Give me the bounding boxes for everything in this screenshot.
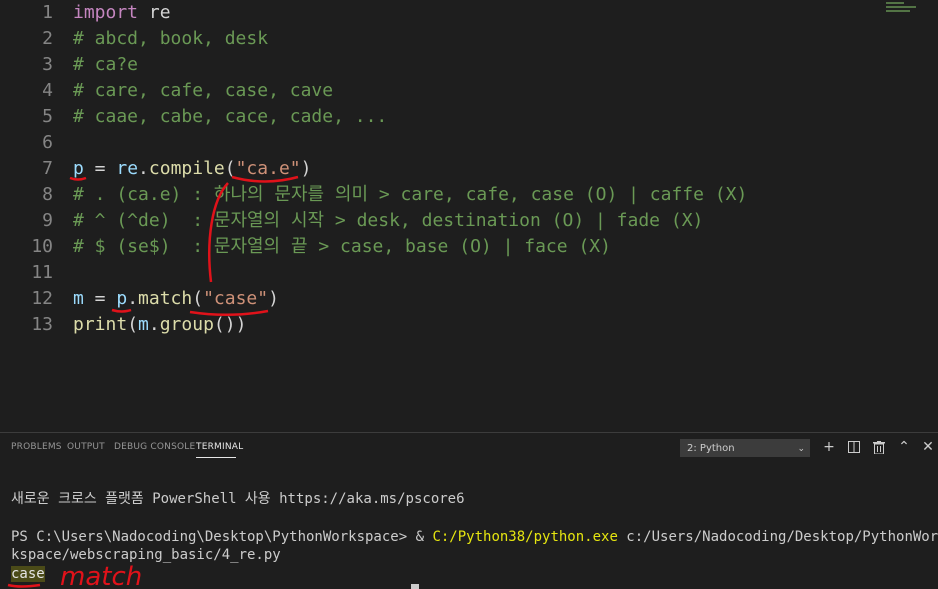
code-token: . — [148, 314, 160, 335]
terminal-prompt: PS C:\Users\Nadocoding\Desktop\PythonWor… — [11, 529, 433, 545]
code-text: # abcd, book, desk — [73, 26, 268, 52]
code-token: import — [73, 2, 139, 23]
code-text: # ^ (^de) : 문자열의 시작 > desk, destination … — [73, 208, 703, 234]
code-text: # $ (se$) : 문자열의 끝 > case, base (O) | fa… — [73, 234, 611, 260]
line-number: 8 — [42, 184, 53, 205]
terminal-command-line-1: PS C:\Users\Nadocoding\Desktop\PythonWor… — [11, 528, 938, 547]
code-token: ) — [268, 288, 279, 309]
close-icon[interactable]: ✕ — [920, 439, 936, 455]
code-token: ( — [127, 314, 139, 335]
tab-problems[interactable]: PROBLEMS — [11, 442, 62, 452]
code-token: # caae, cabe, cace, cade, ... — [73, 106, 388, 127]
code-text: p = re.compile("ca.e") — [73, 156, 311, 182]
tab-debug-console[interactable]: DEBUG CONSOLE — [114, 442, 195, 452]
terminal-command-line-2: kspace/webscraping_basic/4_re.py — [11, 547, 281, 563]
code-token: ( — [192, 288, 204, 309]
code-text: # care, cafe, case, cave — [73, 78, 333, 104]
code-token: # ca?e — [73, 54, 139, 75]
code-token: compile — [148, 158, 225, 179]
code-token: () — [213, 314, 236, 335]
line-number: 4 — [42, 80, 53, 101]
code-token: ) — [235, 314, 247, 335]
code-token: # ^ (^de) : 문자열의 시작 > desk, destination … — [73, 210, 704, 231]
code-token: ) — [300, 158, 312, 179]
active-tab-indicator — [196, 457, 236, 458]
line-number: 5 — [42, 106, 53, 127]
code-token: = — [83, 288, 117, 309]
terminal-output: case — [11, 566, 45, 582]
code-token: # . (ca.e) : 하나의 문자를 의미 > care, cafe, ca… — [73, 184, 748, 205]
code-line[interactable]: 10 # $ (se$) : 문자열의 끝 > case, base (O) | … — [0, 234, 880, 260]
code-text: print(m.group()) — [73, 312, 246, 338]
code-token: # care, cafe, case, cave — [73, 80, 334, 101]
split-icon[interactable] — [846, 439, 862, 455]
code-text: # ca?e — [73, 52, 138, 78]
code-line[interactable]: 5 # caae, cabe, cace, cade, ... — [0, 104, 880, 130]
line-number: 9 — [42, 210, 53, 231]
line-number: 11 — [31, 262, 53, 283]
terminal-output-line: case — [11, 565, 931, 584]
code-line[interactable]: 11 — [0, 260, 880, 286]
terminal-select-value: 2: Python — [687, 443, 735, 454]
line-number: 10 — [31, 236, 53, 257]
line-number: 6 — [42, 132, 53, 153]
code-token: m — [73, 288, 84, 309]
minimap[interactable] — [884, 0, 924, 16]
code-line[interactable]: 1 import re — [0, 0, 880, 26]
line-number: 13 — [31, 314, 53, 335]
code-token: p — [73, 158, 84, 179]
code-line[interactable]: 4 # care, cafe, case, cave — [0, 78, 880, 104]
tab-output[interactable]: OUTPUT — [67, 442, 105, 452]
code-text: # . (ca.e) : 하나의 문자를 의미 > care, cafe, ca… — [73, 182, 747, 208]
tab-terminal[interactable]: TERMINAL — [196, 442, 243, 452]
terminal-cursor — [411, 584, 419, 589]
chevron-down-icon: ⌄ — [797, 444, 805, 454]
terminal-banner: 새로운 크로스 플랫폼 PowerShell 사용 https://aka.ms… — [11, 491, 465, 507]
code-token: "case" — [203, 288, 269, 309]
code-token: match — [138, 288, 193, 309]
line-number: 1 — [42, 2, 53, 23]
code-line[interactable]: 6 — [0, 130, 880, 156]
code-token: . — [138, 158, 149, 179]
code-line[interactable]: 2 # abcd, book, desk — [0, 26, 880, 52]
line-number: 12 — [31, 288, 53, 309]
code-token: = — [83, 158, 117, 179]
plus-icon[interactable]: + — [821, 439, 837, 455]
terminal-select[interactable]: 2: Python ⌄ — [680, 439, 810, 457]
code-text: # caae, cabe, cace, cade, ... — [73, 104, 387, 130]
code-token: p — [116, 288, 128, 309]
bottom-panel: PROBLEMS OUTPUT DEBUG CONSOLE TERMINAL 2… — [0, 434, 938, 589]
code-token: re — [116, 158, 139, 179]
code-line[interactable]: 7p = re.compile("ca.e") — [0, 156, 880, 182]
code-token: group — [159, 314, 214, 335]
trash-icon[interactable] — [871, 439, 887, 455]
code-token: print — [73, 314, 128, 335]
code-token: ( — [224, 158, 236, 179]
code-text: import re — [73, 0, 171, 26]
terminal-args-1: c:/Users/Nadocoding/Desktop/PythonWor — [617, 529, 938, 545]
terminal-exe: C:/Python38/python.exe — [432, 529, 618, 545]
code-line[interactable]: 3 # ca?e — [0, 52, 880, 78]
code-token: re — [138, 2, 171, 23]
code-token: # abcd, book, desk — [73, 28, 269, 49]
code-text: m = p.match("case") — [73, 286, 279, 312]
panel-separator — [0, 432, 938, 433]
code-line[interactable]: 12 m = p.match("case") — [0, 286, 880, 312]
chevron-up-icon[interactable]: ⌃ — [896, 439, 912, 455]
code-token: "ca.e" — [235, 158, 301, 179]
code-line[interactable]: 9 # ^ (^de) : 문자열의 시작 > desk, destination… — [0, 208, 880, 234]
line-number: 3 — [42, 54, 53, 75]
panel-tabs: PROBLEMS OUTPUT DEBUG CONSOLE TERMINAL 2… — [0, 434, 938, 462]
code-line[interactable]: 8 # . (ca.e) : 하나의 문자를 의미 > care, cafe, c… — [0, 182, 880, 208]
code-token: # $ (se$) : 문자열의 끝 > case, base (O) | fa… — [73, 236, 611, 257]
code-token: m — [138, 314, 149, 335]
code-editor[interactable]: 1 import re 2 # abcd, book, desk 3 # ca?e 4 # c… — [0, 0, 938, 434]
code-line[interactable]: 13 print(m.group()) — [0, 312, 880, 338]
code-token: . — [127, 288, 139, 309]
line-number: 7 — [42, 158, 53, 179]
line-number: 2 — [42, 28, 53, 49]
